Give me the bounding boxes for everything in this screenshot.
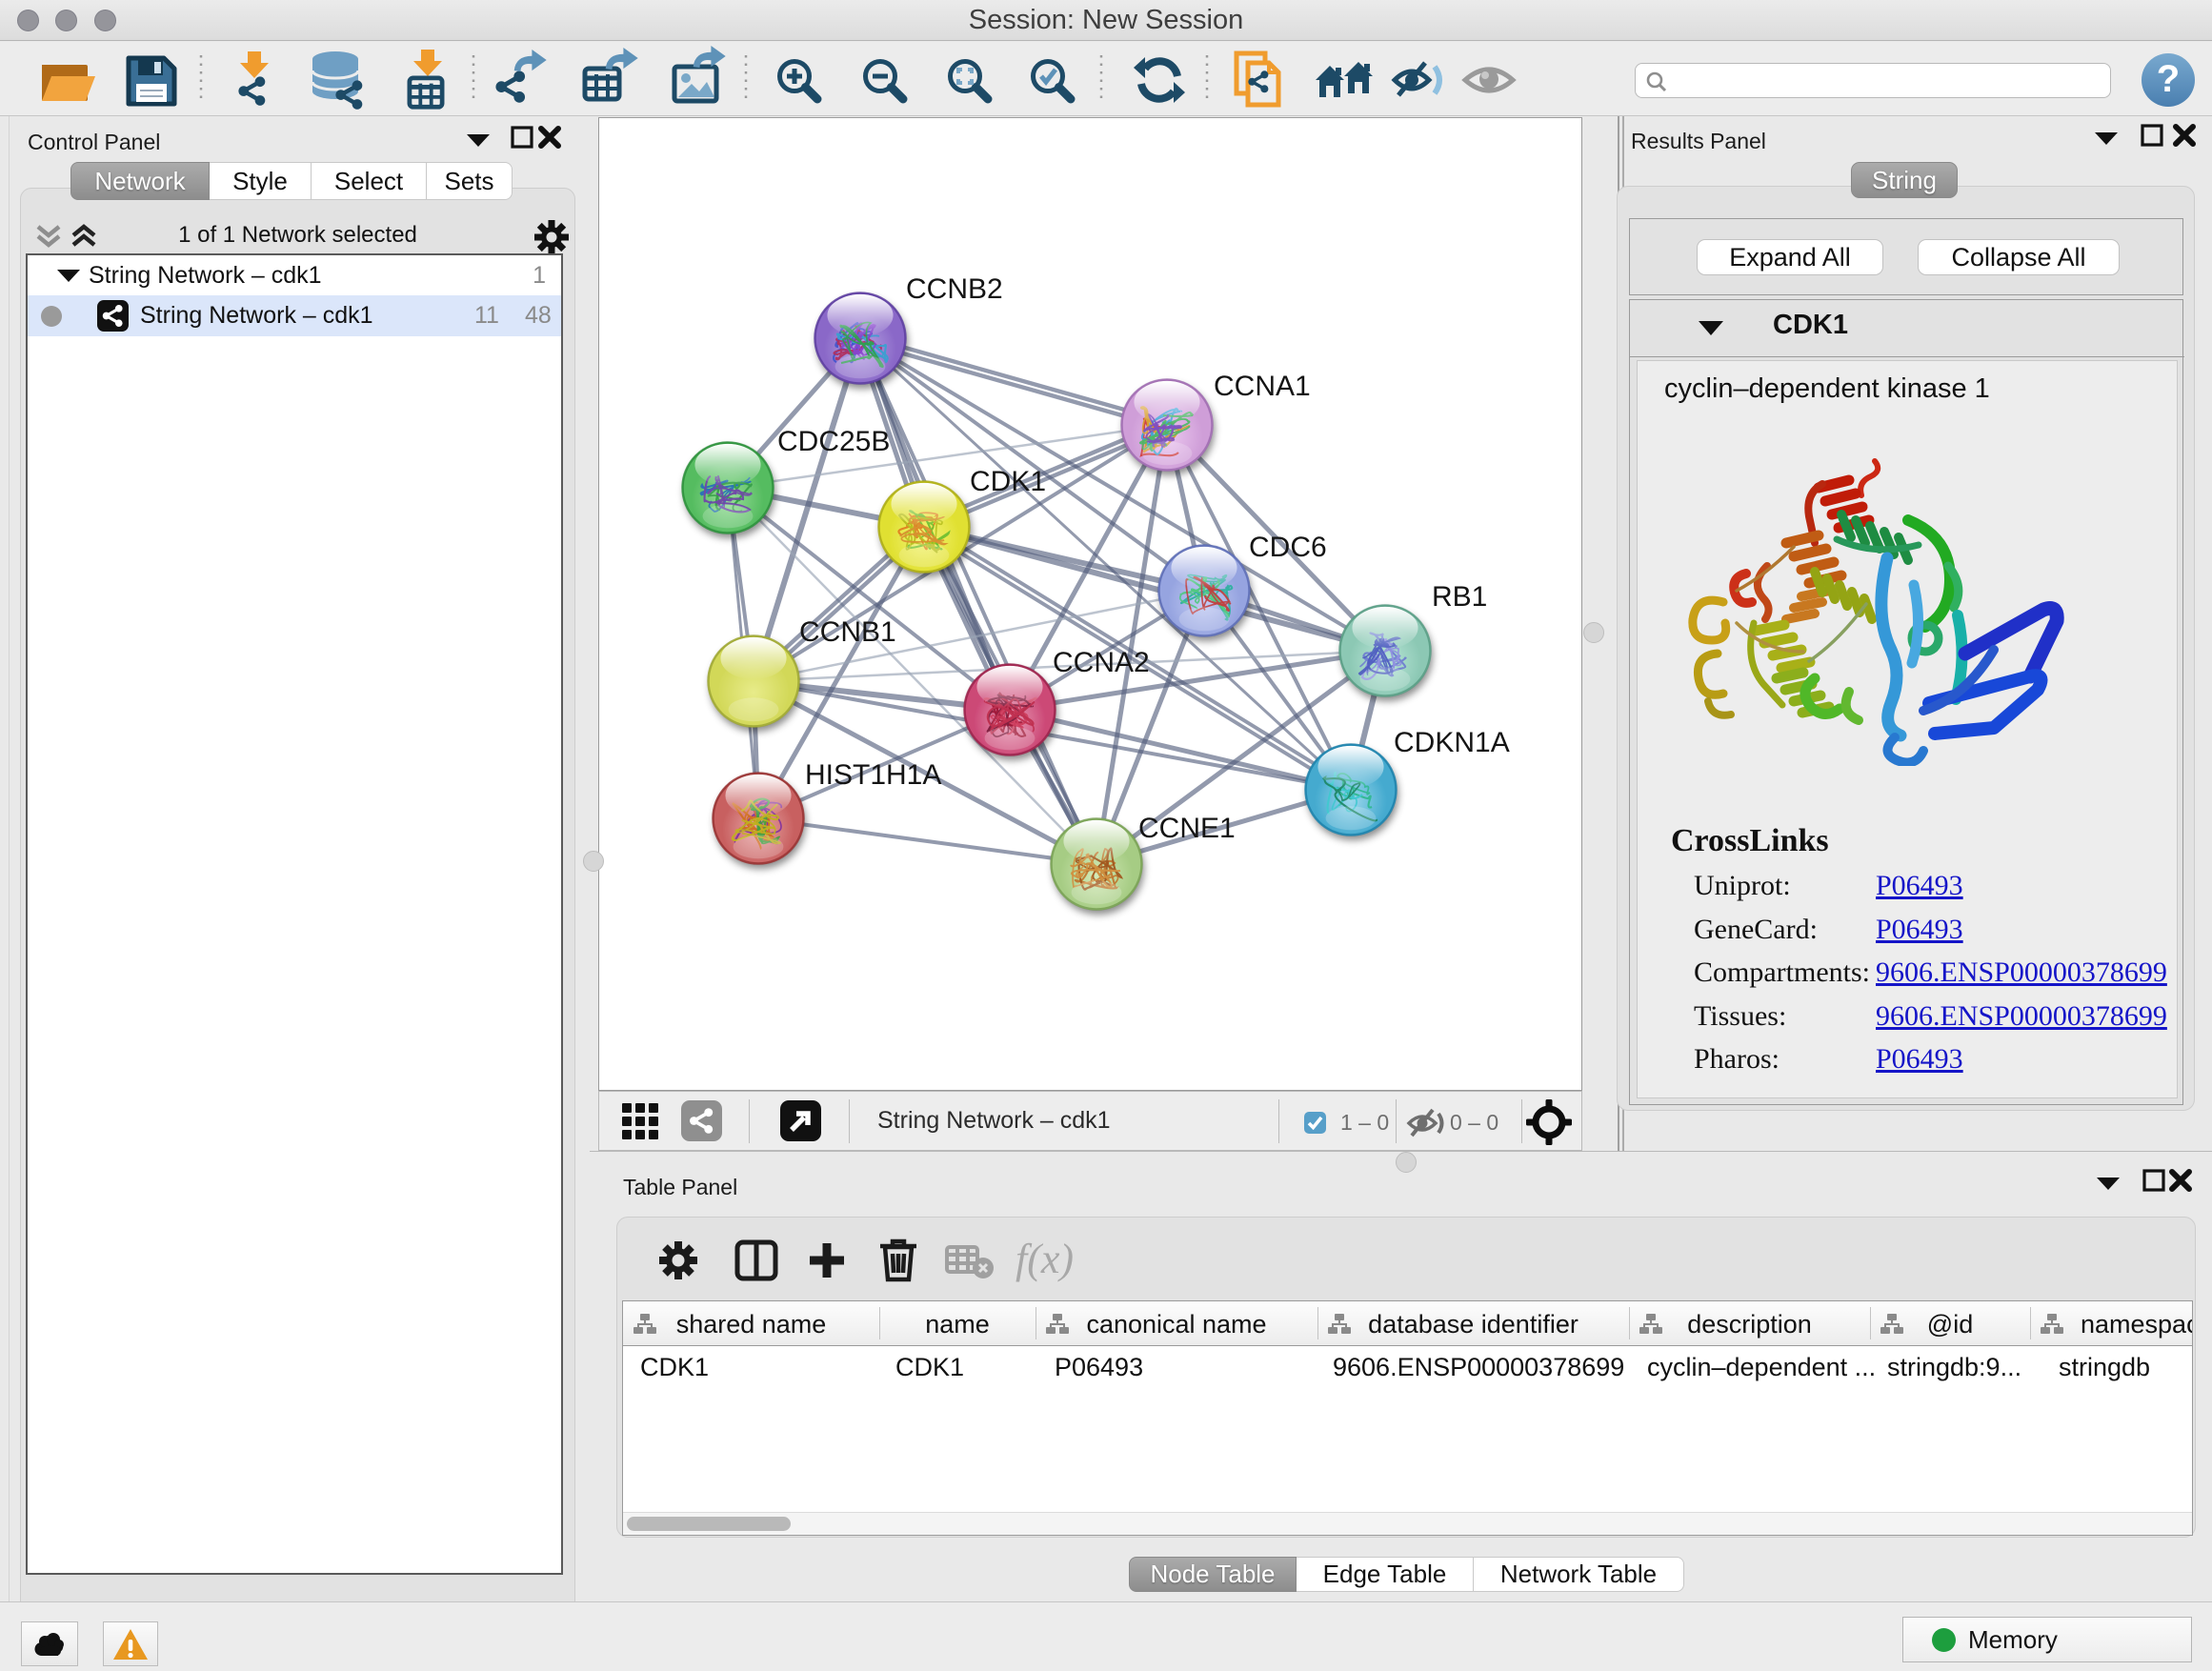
svg-text:CDK1: CDK1	[970, 466, 1046, 497]
svg-text:CCNB2: CCNB2	[906, 273, 1003, 305]
svg-text:CCNB1: CCNB1	[799, 616, 896, 648]
svg-text:CCNE1: CCNE1	[1138, 813, 1236, 844]
svg-text:CDKN1A: CDKN1A	[1394, 727, 1510, 758]
svg-text:CCNA2: CCNA2	[1053, 647, 1150, 678]
svg-text:CDC6: CDC6	[1249, 532, 1327, 563]
svg-text:CDC25B: CDC25B	[777, 426, 890, 457]
svg-text:RB1: RB1	[1432, 581, 1487, 613]
svg-text:HIST1H1A: HIST1H1A	[805, 759, 941, 791]
svg-text:CCNA1: CCNA1	[1214, 371, 1311, 402]
